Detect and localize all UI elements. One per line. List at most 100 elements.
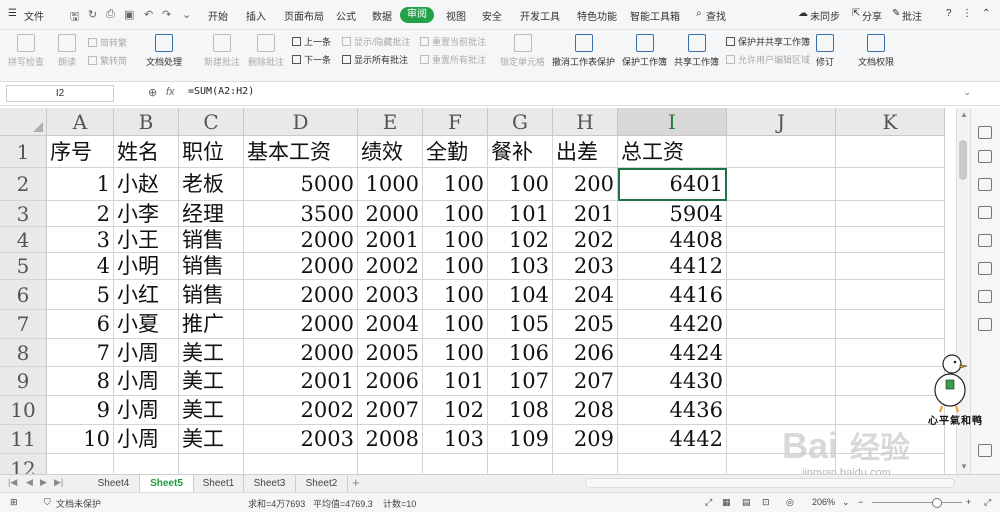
normal-view-icon[interactable]: ▦ xyxy=(722,497,731,508)
doc-process-button[interactable]: 文档处理 xyxy=(146,34,182,68)
doc-protect-status[interactable]: 文档未保护 xyxy=(56,497,101,510)
table-cell[interactable]: 2002 xyxy=(244,396,358,425)
table-cell[interactable] xyxy=(727,310,836,339)
table-cell[interactable] xyxy=(727,367,836,396)
table-cell[interactable]: 小明 xyxy=(114,253,179,280)
table-cell[interactable]: 2006 xyxy=(358,367,423,396)
help-icon[interactable]: ? xyxy=(946,8,952,19)
undo-icon[interactable]: ↶ xyxy=(144,8,153,21)
table-cell[interactable]: 小王 xyxy=(114,227,179,253)
row-header-8[interactable]: 8 xyxy=(0,339,47,367)
table-cell[interactable]: 6401 xyxy=(618,168,727,201)
table-cell[interactable] xyxy=(836,367,945,396)
table-cell[interactable] xyxy=(836,280,945,310)
table-cell[interactable]: 4416 xyxy=(618,280,727,310)
redo2-icon[interactable]: ↷ xyxy=(162,8,171,21)
table-cell[interactable] xyxy=(836,454,945,474)
table-cell[interactable]: 2000 xyxy=(358,201,423,227)
menu-tab-data[interactable]: 数据 xyxy=(372,8,392,23)
shape-icon[interactable] xyxy=(978,262,992,275)
table-cell[interactable]: 小周 xyxy=(114,367,179,396)
header-cell[interactable]: 姓名 xyxy=(114,136,179,168)
table-cell[interactable]: 2007 xyxy=(358,396,423,425)
row-header-2[interactable]: 2 xyxy=(0,168,47,201)
sheet-tab[interactable]: Sheet1 xyxy=(194,475,244,492)
table-cell[interactable]: 4436 xyxy=(618,396,727,425)
table-cell[interactable]: 小夏 xyxy=(114,310,179,339)
next-comment-button[interactable]: 下一条 xyxy=(292,53,331,66)
table-cell[interactable]: 小红 xyxy=(114,280,179,310)
table-cell[interactable]: 4430 xyxy=(618,367,727,396)
header-cell[interactable]: 职位 xyxy=(179,136,244,168)
table-cell[interactable]: 2000 xyxy=(244,310,358,339)
table-cell[interactable]: 209 xyxy=(553,425,618,454)
customize-icon[interactable]: ⌄ xyxy=(182,8,191,21)
table-cell[interactable]: 经理 xyxy=(179,201,244,227)
table-cell[interactable]: 小周 xyxy=(114,339,179,367)
table-cell[interactable]: 小周 xyxy=(114,396,179,425)
protect-book-button[interactable]: 保护工作簿 xyxy=(622,34,667,68)
zoom-level[interactable]: 206% xyxy=(812,497,835,507)
table-cell[interactable] xyxy=(179,454,244,474)
table-cell[interactable]: 4420 xyxy=(618,310,727,339)
table-cell[interactable]: 10 xyxy=(47,425,114,454)
table-cell[interactable]: 销售 xyxy=(179,253,244,280)
redo-icon[interactable]: ↻ xyxy=(88,8,97,21)
print-icon[interactable]: ⎙ xyxy=(106,8,115,21)
table-cell[interactable]: 206 xyxy=(553,339,618,367)
more-icon[interactable]: ⋮ xyxy=(962,8,972,19)
preview-icon[interactable]: ▣ xyxy=(124,8,134,21)
table-cell[interactable]: 美工 xyxy=(179,367,244,396)
read-aloud-button[interactable]: 朗读 xyxy=(58,34,76,68)
column-header-b[interactable]: B xyxy=(114,108,179,136)
share-button[interactable]: 分享 xyxy=(862,8,882,23)
comment-button[interactable]: 批注 xyxy=(902,8,922,23)
last-sheet-icon[interactable]: ▶| xyxy=(54,477,63,488)
backup-icon[interactable] xyxy=(978,290,992,303)
table-cell[interactable]: 204 xyxy=(553,280,618,310)
table-cell[interactable]: 老板 xyxy=(179,168,244,201)
spreadsheet-grid[interactable]: A B C D E F G H I J K 1 序号 姓名 职位 基本工资 绩效 全勤 餐补 出差 总工资 2 1 小赵 老板 5… xyxy=(0,108,970,474)
reset-current-comment-button[interactable]: 重置当前批注 xyxy=(420,35,486,48)
table-cell[interactable] xyxy=(553,454,618,474)
column-header-h[interactable]: H xyxy=(553,108,618,136)
column-header-f[interactable]: F xyxy=(423,108,488,136)
header-cell[interactable] xyxy=(727,136,836,168)
horizontal-scrollbar[interactable] xyxy=(585,478,955,488)
header-cell[interactable]: 出差 xyxy=(553,136,618,168)
table-cell[interactable]: 4408 xyxy=(618,227,727,253)
table-cell[interactable]: 100 xyxy=(423,227,488,253)
doc-rights-button[interactable]: 文档权限 xyxy=(858,34,894,68)
table-cell[interactable] xyxy=(727,396,836,425)
zoom-slider[interactable] xyxy=(872,502,962,503)
row-header-7[interactable]: 7 xyxy=(0,310,47,339)
table-cell[interactable]: 2002 xyxy=(358,253,423,280)
table-cell[interactable] xyxy=(47,454,114,474)
first-sheet-icon[interactable]: |◀ xyxy=(8,477,17,488)
table-cell[interactable]: 7 xyxy=(47,339,114,367)
select-all-corner[interactable] xyxy=(0,108,47,136)
table-cell[interactable]: 3500 xyxy=(244,201,358,227)
table-cell[interactable] xyxy=(114,454,179,474)
menu-tab-toolbox[interactable]: 智能工具箱 xyxy=(630,8,680,23)
table-cell[interactable] xyxy=(727,454,836,474)
style-icon[interactable] xyxy=(978,150,992,163)
table-cell[interactable]: 100 xyxy=(488,168,553,201)
header-cell[interactable]: 基本工资 xyxy=(244,136,358,168)
table-cell[interactable] xyxy=(618,454,727,474)
table-cell[interactable]: 8 xyxy=(47,367,114,396)
sheet-tab[interactable]: Sheet4 xyxy=(88,475,140,492)
share-side-icon[interactable] xyxy=(978,318,992,331)
spellcheck-button[interactable]: 拼写检查 xyxy=(8,34,44,68)
table-cell[interactable]: 2000 xyxy=(244,253,358,280)
table-cell[interactable]: 销售 xyxy=(179,227,244,253)
name-box[interactable]: I2 xyxy=(6,85,114,102)
table-cell[interactable]: 6 xyxy=(47,310,114,339)
menu-tab-home[interactable]: 开始 xyxy=(208,8,228,23)
table-cell[interactable]: 2001 xyxy=(244,367,358,396)
header-cell[interactable]: 绩效 xyxy=(358,136,423,168)
table-cell[interactable]: 4442 xyxy=(618,425,727,454)
prev-sheet-icon[interactable]: ◀ xyxy=(26,477,33,488)
show-all-comments-button[interactable]: 显示所有批注 xyxy=(342,53,408,66)
reset-all-comments-button[interactable]: 重置所有批注 xyxy=(420,53,486,66)
